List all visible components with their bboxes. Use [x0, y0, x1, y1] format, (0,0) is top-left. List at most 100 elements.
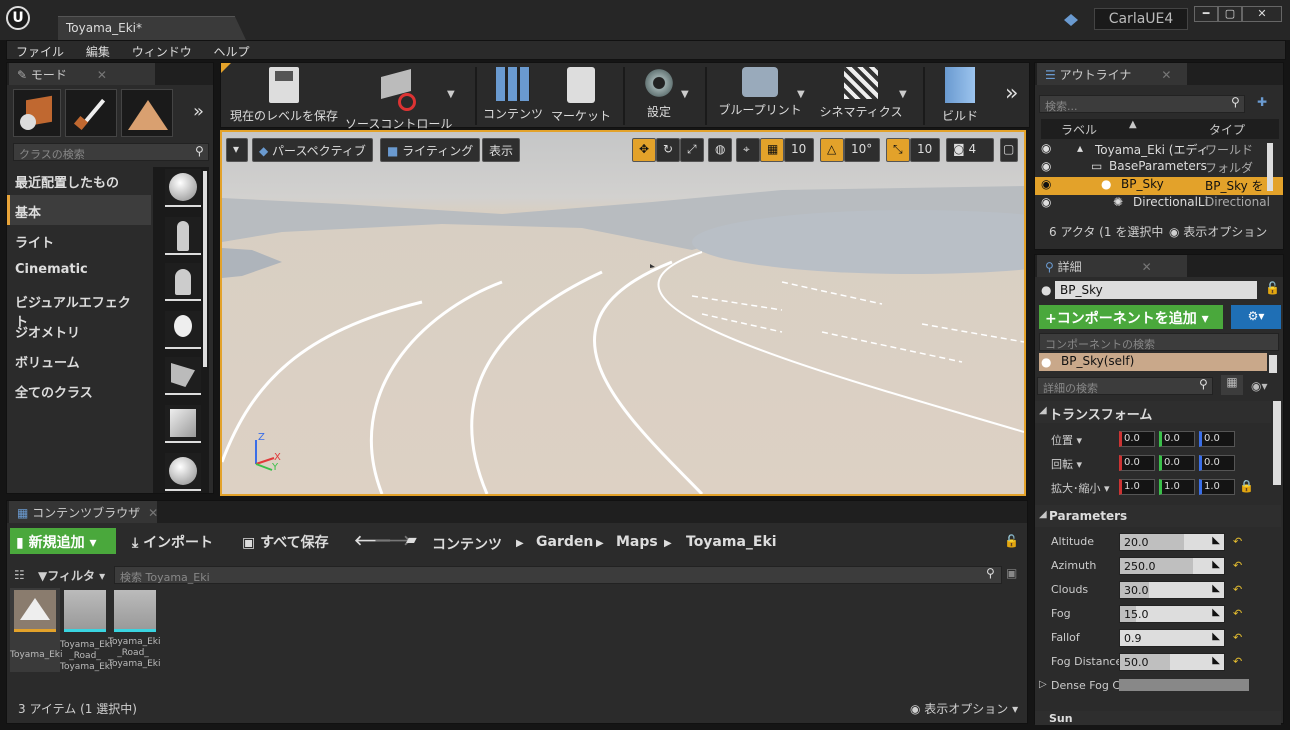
parameters-section-header[interactable]: ◢ Parameters — [1035, 505, 1281, 527]
player-start-asset-icon[interactable] — [165, 357, 201, 395]
tab-outliner[interactable]: ☰ アウトライナ ✕ — [1037, 63, 1187, 85]
rotation-y[interactable]: 0.0 — [1159, 455, 1195, 471]
category-basic[interactable]: 基本 — [7, 195, 151, 225]
details-scrollbar[interactable] — [1273, 401, 1281, 485]
breadcrumb-content[interactable]: コンテンツ — [432, 534, 502, 554]
lock-icon[interactable]: 🔓 — [1004, 534, 1019, 548]
blueprints-dropdown-icon[interactable]: ▼ — [797, 89, 805, 100]
visibility-eye-icon[interactable]: ◉▾ — [1251, 379, 1268, 393]
texture-asset-icon[interactable] — [64, 590, 106, 632]
marketplace-button[interactable]: マーケット — [551, 67, 611, 124]
import-button[interactable]: ⤓ インポート — [132, 532, 213, 552]
reset-to-default-icon[interactable]: ↶ — [1233, 559, 1242, 572]
component-scrollbar[interactable] — [1269, 355, 1277, 373]
toolbar-overflow-icon[interactable]: » — [1005, 81, 1018, 106]
location-z[interactable]: 0.0 — [1199, 431, 1235, 447]
grid-snap-value[interactable]: 10 — [784, 138, 814, 162]
actor-name-input[interactable]: BP_Sky — [1055, 281, 1257, 299]
folder-icon[interactable]: ▰ — [406, 532, 417, 548]
rotation-snap-value[interactable]: 10° — [844, 138, 880, 162]
expand-arrow-icon[interactable]: ◣ — [1212, 607, 1220, 618]
outliner-row-selected[interactable]: ◉ ● BP_Sky BP_Sky を — [1035, 177, 1283, 195]
camera-speed-button[interactable]: ◙ 4 — [946, 138, 994, 162]
category-geometry[interactable]: ジオメトリ — [7, 315, 151, 345]
eye-icon[interactable]: ◉ — [1041, 141, 1051, 155]
reset-to-default-icon[interactable]: ↶ — [1233, 607, 1242, 620]
viewport-options-button[interactable]: ▾ — [226, 138, 248, 162]
sphere-asset-icon[interactable] — [165, 169, 201, 207]
source-control-dropdown-icon[interactable]: ▼ — [447, 89, 455, 100]
save-all-button[interactable]: ▣ すべて保存 — [242, 532, 329, 552]
rotation-label[interactable]: 回転 ▾ — [1051, 456, 1082, 472]
more-modes-icon[interactable]: » — [193, 101, 204, 122]
scale-label[interactable]: 拡大･縮小 ▾ — [1051, 480, 1110, 496]
reset-to-default-icon[interactable]: ↶ — [1233, 583, 1242, 596]
settings-dropdown-icon[interactable]: ▼ — [681, 89, 689, 100]
level-viewport[interactable]: Z X Y ▾ ◆ パースペクティブ ■ ライティング 表示 ✥ ↻ ⤢ ◍ ⌖… — [220, 130, 1026, 496]
tab-content-browser[interactable]: ▦ コンテンツブラウザ ✕ — [9, 501, 158, 523]
document-tab[interactable]: Toyama_Eki* — [58, 16, 246, 40]
maximize-viewport-icon[interactable]: ▢ — [1000, 138, 1018, 162]
show-button[interactable]: 表示 — [482, 138, 521, 162]
location-y[interactable]: 0.0 — [1159, 431, 1195, 447]
lighting-button[interactable]: ■ ライティング — [380, 138, 481, 162]
details-search-input[interactable]: 詳細の検索 — [1037, 377, 1213, 395]
expand-arrow-icon[interactable]: ◣ — [1212, 631, 1220, 642]
translate-tool-icon[interactable]: ✥ — [632, 138, 656, 162]
close-icon[interactable]: ✕ — [148, 506, 158, 520]
sun-section-header[interactable]: Sun — [1035, 711, 1281, 725]
dense-fog-color-swatch[interactable] — [1119, 679, 1249, 691]
transform-section-header[interactable]: ◢ トランスフォーム — [1035, 401, 1271, 423]
class-search-input[interactable]: クラスの検索 — [13, 143, 209, 161]
lock-icon[interactable]: 🔓 — [1265, 281, 1280, 295]
cinematics-button[interactable]: シネマティクス — [817, 67, 905, 120]
breadcrumb-maps[interactable]: Maps — [616, 534, 658, 550]
eye-icon[interactable]: ◉ — [1041, 177, 1051, 191]
content-view-options[interactable]: ◉ 表示オプション ▾ — [910, 700, 1018, 717]
blueprint-script-icon[interactable]: ⚙▾ — [1231, 305, 1281, 329]
param-slider[interactable]: 15.0 ◣ — [1119, 605, 1225, 623]
param-slider[interactable]: 250.0 ◣ — [1119, 557, 1225, 575]
minimize-button[interactable]: ━ — [1194, 6, 1218, 22]
outliner-row[interactable]: ◉ ▴ Toyama_Eki (エディ ワールド — [1035, 141, 1283, 159]
outliner-view-options[interactable]: ◉ 表示オプション — [1169, 223, 1267, 240]
rotate-tool-icon[interactable]: ↻ — [656, 138, 680, 162]
point-light-asset-icon[interactable] — [165, 311, 201, 349]
param-slider[interactable]: 30.0 ◣ — [1119, 581, 1225, 599]
perspective-button[interactable]: ◆ パースペクティブ — [252, 138, 373, 162]
build-button[interactable]: ビルド — [933, 67, 987, 124]
filter-button[interactable]: ▼フィルタ ▾ — [38, 567, 105, 584]
source-control-button[interactable]: ソースコントロール — [345, 67, 452, 132]
eye-icon[interactable]: ◉ — [1041, 159, 1051, 173]
scale-x[interactable]: 1.0 — [1119, 479, 1155, 495]
content-button[interactable]: コンテンツ — [483, 67, 543, 122]
category-visual-effects[interactable]: ビジュアルエフェクト — [7, 285, 151, 330]
sources-toggle-icon[interactable]: ☷ — [14, 568, 25, 582]
texture-asset-icon[interactable] — [114, 590, 156, 632]
close-icon[interactable]: ✕ — [97, 68, 107, 82]
asset-scrollbar[interactable] — [203, 171, 207, 367]
blueprints-button[interactable]: ブループリント — [715, 67, 805, 118]
outliner-scrollbar[interactable] — [1267, 143, 1273, 191]
reset-to-default-icon[interactable]: ↶ — [1233, 655, 1242, 668]
component-self-row[interactable]: BP_Sky(self) — [1039, 353, 1267, 371]
reset-to-default-icon[interactable]: ↶ — [1233, 631, 1242, 644]
cube-asset-icon[interactable] — [165, 405, 201, 443]
world-space-icon[interactable]: ◍ — [708, 138, 732, 162]
outliner-search-input[interactable]: 検索... — [1039, 95, 1245, 113]
property-matrix-icon[interactable]: ▦ — [1221, 375, 1243, 395]
expand-arrow-icon[interactable]: ◣ — [1212, 535, 1220, 546]
breadcrumb-toyama-eki[interactable]: Toyama_Eki — [686, 534, 777, 550]
place-mode-icon[interactable] — [13, 89, 61, 137]
category-lights[interactable]: ライト — [7, 225, 151, 255]
rotation-z[interactable]: 0.0 — [1199, 455, 1235, 471]
eye-icon[interactable]: ◉ — [1041, 195, 1051, 209]
paint-mode-icon[interactable] — [65, 89, 117, 137]
category-volumes[interactable]: ボリューム — [7, 345, 151, 375]
close-icon[interactable]: ✕ — [1142, 260, 1152, 274]
scale-tool-icon[interactable]: ⤢ — [680, 138, 704, 162]
scale-z[interactable]: 1.0 — [1199, 479, 1235, 495]
type-column-header[interactable]: タイプ — [1209, 121, 1245, 138]
label-column-header[interactable]: ラベル — [1061, 121, 1097, 138]
grid-snap-icon[interactable]: ▦ — [760, 138, 784, 162]
